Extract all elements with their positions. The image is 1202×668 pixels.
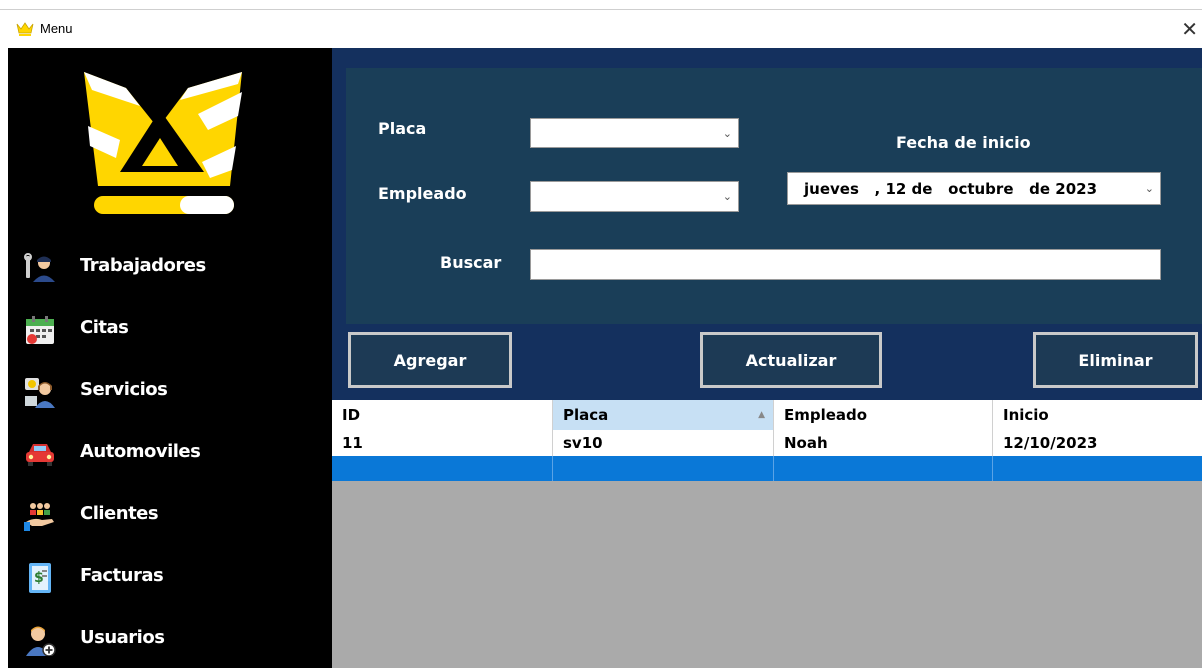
new-row-selected[interactable] [332,456,1202,481]
sidebar-item-citas[interactable]: Citas [8,304,332,356]
sidebar-item-automoviles[interactable]: Automoviles [8,428,332,480]
column-header-inicio[interactable]: Inicio [993,400,1202,430]
sidebar-item-label: Facturas [80,565,164,586]
cell-empleado[interactable]: Noah [774,430,993,456]
chevron-down-icon: ⌄ [1144,182,1154,195]
sidebar-item-usuarios[interactable]: Usuarios [8,614,332,666]
new-row-cell[interactable] [553,456,774,481]
fecha-value: jueves , 12 de octubre de 2023 [804,180,1098,198]
car-icon [26,444,54,466]
invoice-icon: $ [29,563,51,593]
title-bar: Menu ✕ [0,0,1202,48]
table-row[interactable]: 11 sv10 Noah 12/10/2023 [332,430,1202,457]
sidebar-item-label: Usuarios [80,627,165,648]
main-area: Placa ⌄ Empleado ⌄ Fecha de inicio jueve… [332,48,1202,668]
column-header-empleado[interactable]: Empleado [774,400,993,430]
fecha-label: Fecha de inicio [896,133,1031,152]
chevron-down-icon: ⌄ [722,127,732,140]
placa-combobox[interactable]: ⌄ [530,118,739,148]
customers-hand-icon [24,503,54,531]
sidebar-item-label: Clientes [80,503,159,524]
sort-ascending-icon: ▲ [758,410,765,420]
column-header-label: Placa [563,406,609,424]
search-input[interactable] [530,249,1161,280]
chevron-down-icon: ⌄ [722,190,732,203]
cell-id[interactable]: 11 [332,430,553,456]
sidebar-item-clientes[interactable]: Clientes [8,490,332,542]
eliminar-button[interactable]: Eliminar [1033,332,1198,388]
sidebar-item-facturas[interactable]: $ Facturas [8,552,332,604]
actualizar-button[interactable]: Actualizar [700,332,882,388]
window-title: Menu [40,21,73,36]
crown-icon [16,22,34,36]
cell-placa[interactable]: sv10 [553,430,774,456]
close-icon[interactable]: ✕ [1181,17,1198,41]
sidebar-item-label: Automoviles [80,441,201,462]
column-header-placa[interactable]: Placa ▲ [553,400,774,430]
sidebar-item-label: Citas [80,317,129,338]
sidebar: Trabajadores Citas Servicios Automoviles… [8,48,332,668]
sidebar-item-label: Trabajadores [80,255,206,276]
add-user-icon [26,626,56,656]
column-header-id[interactable]: ID [332,400,553,430]
sidebar-item-label: Servicios [80,379,168,400]
grid-header: ID Placa ▲ Empleado Inicio [332,400,1202,431]
mechanic-icon [24,253,55,282]
filter-panel: Placa ⌄ Empleado ⌄ Fecha de inicio jueve… [346,68,1202,324]
new-row-cell[interactable] [993,456,1202,481]
crown-logo [84,72,242,214]
svg-text:$: $ [34,570,44,586]
buscar-label: Buscar [440,253,502,272]
top-divider [0,9,1202,10]
cell-inicio[interactable]: 12/10/2023 [993,430,1202,456]
sidebar-item-trabajadores[interactable]: Trabajadores [8,242,332,294]
placa-label: Placa [378,119,427,138]
empleado-combobox[interactable]: ⌄ [530,181,739,212]
empleado-label: Empleado [378,184,467,203]
header-band: Placa ⌄ Empleado ⌄ Fecha de inicio jueve… [332,48,1202,400]
new-row-cell[interactable] [774,456,993,481]
fecha-datepicker[interactable]: jueves , 12 de octubre de 2023 ⌄ [787,172,1161,205]
sidebar-item-servicios[interactable]: Servicios [8,366,332,418]
new-row-cell[interactable] [332,456,553,481]
calendar-icon [26,316,54,344]
agregar-button[interactable]: Agregar [348,332,512,388]
support-agent-icon [25,378,55,408]
